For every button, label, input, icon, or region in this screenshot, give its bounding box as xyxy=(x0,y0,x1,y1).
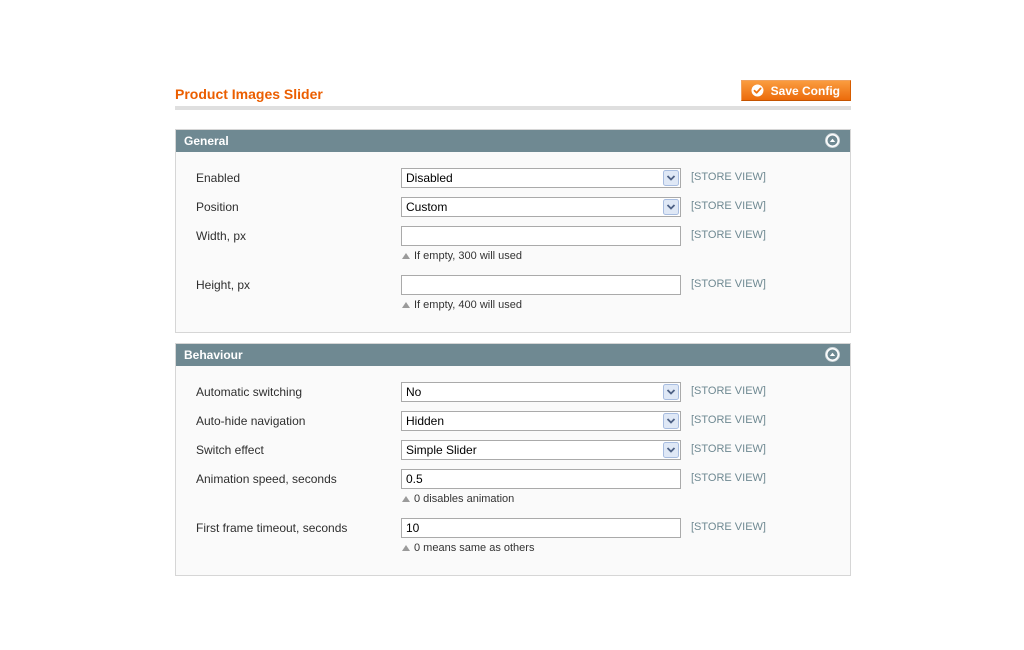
automatic-switching-select-value: No xyxy=(406,385,422,399)
animation-speed-input[interactable]: 0.5 xyxy=(401,469,681,489)
chevron-down-icon xyxy=(663,170,679,186)
field-row-width: Width, px [STORE VIEW] If empty, 300 wil… xyxy=(176,226,850,275)
collapse-up-icon[interactable] xyxy=(825,347,840,362)
position-scope: [STORE VIEW] xyxy=(691,200,766,212)
width-scope: [STORE VIEW] xyxy=(691,229,766,241)
automatic-switching-select[interactable]: No xyxy=(401,382,681,402)
switch-effect-label: Switch effect xyxy=(196,443,264,457)
switch-effect-select-value: Simple Slider xyxy=(406,443,477,457)
field-row-first-frame-timeout: First frame timeout, seconds 10 [STORE V… xyxy=(176,518,850,567)
width-input[interactable] xyxy=(401,226,681,246)
field-row-animation-speed: Animation speed, seconds 0.5 [STORE VIEW… xyxy=(176,469,850,518)
animation-speed-note: 0 disables animation xyxy=(402,493,514,505)
height-label: Height, px xyxy=(196,278,251,292)
chevron-down-icon xyxy=(663,384,679,400)
triangle-up-icon xyxy=(402,545,410,551)
section-behaviour-header[interactable]: Behaviour xyxy=(176,344,850,366)
height-note: If empty, 400 will used xyxy=(402,299,522,311)
height-input[interactable] xyxy=(401,275,681,295)
auto-hide-navigation-label: Auto-hide navigation xyxy=(196,414,306,428)
enabled-select[interactable]: Disabled xyxy=(401,168,681,188)
first-frame-timeout-label: First frame timeout, seconds xyxy=(196,521,348,535)
switch-effect-select[interactable]: Simple Slider xyxy=(401,440,681,460)
chevron-down-icon xyxy=(663,413,679,429)
save-config-button[interactable]: Save Config xyxy=(740,80,851,101)
triangle-up-icon xyxy=(402,302,410,308)
automatic-switching-label: Automatic switching xyxy=(196,385,303,399)
field-row-enabled: Enabled Disabled [STORE VIEW] xyxy=(176,168,850,197)
field-row-auto-hide-navigation: Auto-hide navigation Hidden [STORE VIEW] xyxy=(176,411,850,440)
field-row-automatic-switching: Automatic switching No [STORE VIEW] xyxy=(176,382,850,411)
first-frame-timeout-scope: [STORE VIEW] xyxy=(691,521,766,533)
page-title: Product Images Slider xyxy=(175,86,323,102)
field-row-switch-effect: Switch effect Simple Slider [STORE VIEW] xyxy=(176,440,850,469)
enabled-select-value: Disabled xyxy=(406,171,453,185)
animation-speed-label: Animation speed, seconds xyxy=(196,472,337,486)
animation-speed-note-text: 0 disables animation xyxy=(414,493,515,505)
section-behaviour-body: Automatic switching No [STORE VIEW] Auto… xyxy=(176,366,850,575)
animation-speed-scope: [STORE VIEW] xyxy=(691,472,766,484)
section-general-header[interactable]: General xyxy=(176,130,850,152)
auto-hide-navigation-select-value: Hidden xyxy=(406,414,445,428)
width-note-text: If empty, 300 will used xyxy=(414,250,523,262)
first-frame-timeout-note-text: 0 means same as others xyxy=(414,542,535,554)
section-general-body: Enabled Disabled [STORE VIEW] Position C… xyxy=(176,152,850,332)
enabled-scope: [STORE VIEW] xyxy=(691,171,766,183)
triangle-up-icon xyxy=(402,253,410,259)
first-frame-timeout-note: 0 means same as others xyxy=(402,542,534,554)
position-label: Position xyxy=(196,200,239,214)
field-row-position: Position Custom [STORE VIEW] xyxy=(176,197,850,226)
position-select-value: Custom xyxy=(406,200,448,214)
width-label: Width, px xyxy=(196,229,247,243)
chevron-down-icon xyxy=(663,442,679,458)
height-note-text: If empty, 400 will used xyxy=(414,299,523,311)
auto-hide-navigation-select[interactable]: Hidden xyxy=(401,411,681,431)
triangle-up-icon xyxy=(402,496,410,502)
first-frame-timeout-input[interactable]: 10 xyxy=(401,518,681,538)
position-select[interactable]: Custom xyxy=(401,197,681,217)
chevron-down-icon xyxy=(663,199,679,215)
auto-hide-navigation-scope: [STORE VIEW] xyxy=(691,414,766,426)
save-config-label: Save Config xyxy=(770,83,840,98)
config-page: Product Images Slider Save Config Genera… xyxy=(175,80,851,576)
field-row-height: Height, px [STORE VIEW] If empty, 400 wi… xyxy=(176,275,850,324)
collapse-up-icon[interactable] xyxy=(825,133,840,148)
switch-effect-scope: [STORE VIEW] xyxy=(691,443,766,455)
enabled-label: Enabled xyxy=(196,171,241,185)
check-circle-icon xyxy=(751,84,764,97)
section-general-title: General xyxy=(184,134,229,148)
height-scope: [STORE VIEW] xyxy=(691,278,766,290)
automatic-switching-scope: [STORE VIEW] xyxy=(691,385,766,397)
section-behaviour-title: Behaviour xyxy=(184,348,243,362)
section-general: General Enabled Disabled [STORE VIEW] Po… xyxy=(175,129,851,333)
section-behaviour: Behaviour Automatic switching No [STORE … xyxy=(175,343,851,576)
page-header: Product Images Slider Save Config xyxy=(175,80,851,110)
width-note: If empty, 300 will used xyxy=(402,250,522,262)
